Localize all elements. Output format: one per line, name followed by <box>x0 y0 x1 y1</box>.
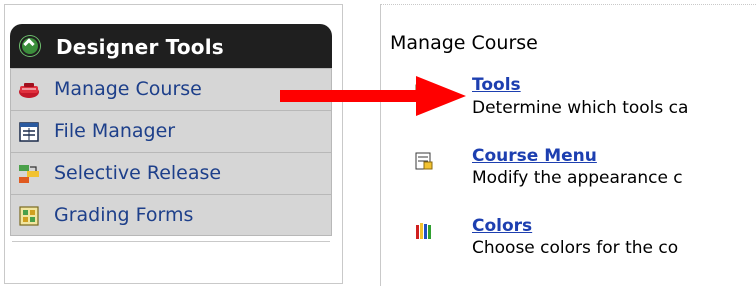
grading-forms-icon <box>19 206 39 226</box>
course-menu-icon <box>415 152 433 170</box>
menu-item-grading-forms[interactable]: Grading Forms <box>10 194 332 236</box>
collapse-chevron-icon[interactable] <box>20 36 40 56</box>
manage-course-icon <box>19 83 39 98</box>
menu-item-label: Manage Course <box>54 78 202 100</box>
tools-link[interactable]: Tools <box>472 75 521 95</box>
menu-item-label: Grading Forms <box>54 204 194 226</box>
colors-description: Choose colors for the co <box>472 238 679 258</box>
panel-divider <box>12 241 330 242</box>
menu-item-label: File Manager <box>54 120 176 142</box>
course-menu-link[interactable]: Course Menu <box>472 146 597 166</box>
tools-description: Determine which tools ca <box>472 98 689 118</box>
designer-tools-title: Designer Tools <box>56 35 224 59</box>
colors-icon <box>416 223 431 239</box>
menu-item-label: Selective Release <box>54 162 222 184</box>
selective-release-icon <box>19 165 39 183</box>
colors-link[interactable]: Colors <box>472 216 532 236</box>
red-arrow-annotation <box>280 76 466 116</box>
course-menu-description: Modify the appearance c <box>472 168 683 188</box>
page-title: Manage Course <box>390 32 538 54</box>
file-manager-icon <box>19 122 39 142</box>
designer-tools-header[interactable]: Designer Tools <box>10 24 332 68</box>
menu-item-selective-release[interactable]: Selective Release <box>10 152 332 194</box>
